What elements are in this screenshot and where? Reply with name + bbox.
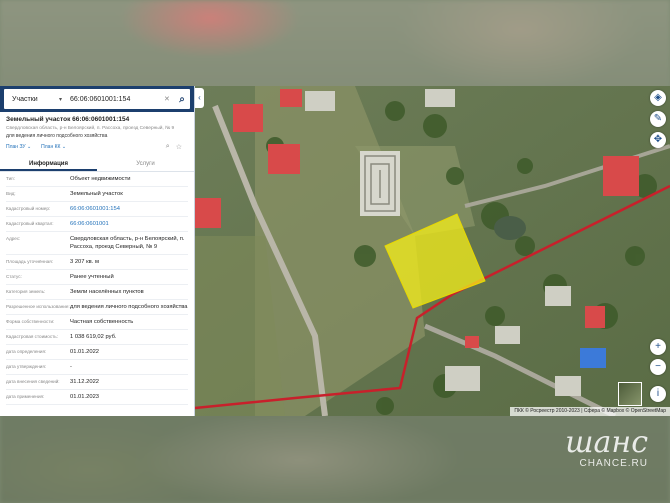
attribute-row: Кадастровый квартал: 66:06:0601001	[6, 217, 188, 232]
attribute-value: 01.01.2023	[70, 394, 100, 400]
map-attribution: ПКК © Росреестр 2010-2023 | Сфера © Mapb…	[510, 407, 670, 416]
attribute-key: дата внесения сведений:	[6, 379, 60, 384]
attribute-row: дата утверждения: -	[6, 360, 188, 375]
attribute-key: Кадастровый квартал:	[6, 221, 54, 226]
map-view[interactable]: ◈ ✎ ✥ + − i ПКК © Росреестр 2010-2023 | …	[195, 86, 670, 416]
attribute-key: Площадь уточнённая:	[6, 259, 53, 264]
panel-tabs: Информация Услуги	[0, 157, 194, 172]
tab-services[interactable]: Услуги	[97, 157, 194, 171]
search-type-select[interactable]: Участки ▾	[4, 96, 66, 103]
attribute-key: Вид:	[6, 191, 16, 196]
attribute-row: Статус: Ранее учтенный	[6, 270, 188, 285]
layers-icon[interactable]: ◈	[650, 90, 666, 106]
ruler-icon[interactable]: ✎	[650, 111, 666, 127]
clear-icon[interactable]: ✕	[164, 95, 174, 103]
attribute-key: Форма собственности:	[6, 319, 55, 324]
zoom-out-button[interactable]: −	[650, 359, 666, 375]
attribute-row: Форма собственности: Частная собственност…	[6, 315, 188, 330]
watermark: шанс CHANCE.RU	[565, 425, 648, 470]
attribute-key: дата утверждения:	[6, 364, 47, 369]
tab-info[interactable]: Информация	[0, 157, 97, 171]
attribute-value: для ведения личного подсобного хозяйства	[70, 304, 188, 310]
bookmark-icon[interactable]: ☆	[176, 143, 182, 151]
collapse-panel-button[interactable]: ‹	[195, 88, 204, 108]
app-screen: ◈ ✎ ✥ + − i ПКК © Росреестр 2010-2023 | …	[0, 86, 670, 416]
cadastral-number-link[interactable]: 66:06:0601001:154	[70, 202, 188, 216]
attribute-row: Категория земель: Земли населённых пункто…	[6, 285, 188, 300]
attribute-row: Кадастровый номер: 66:06:0601001:154	[6, 202, 188, 217]
search-bar: Участки ▾ 66:06:0601001:154 ✕ ⌕	[0, 86, 194, 112]
attribute-key: дата определения:	[6, 349, 47, 354]
cadastral-quarter-link[interactable]: 66:06:0601001	[70, 217, 188, 231]
attribute-row: Кадастровая стоимость: 1 038 619,02 руб.	[6, 330, 188, 345]
object-title: Земельный участок 66:06:0601001:154	[6, 116, 130, 123]
attribute-row: дата применения: 01.01.2023	[6, 390, 188, 405]
attribute-key: Адрес:	[6, 236, 21, 241]
attribute-value: 01.01.2022	[70, 349, 100, 355]
attribute-value: Ранее учтенный	[70, 274, 114, 280]
satellite-map[interactable]	[195, 86, 670, 416]
plan-kk-link[interactable]: План КК ⌄	[41, 144, 66, 150]
attribute-row: дата внесения сведений: 31.12.2022	[6, 375, 188, 390]
object-use: для ведения личного подсобного хозяйства	[6, 133, 108, 139]
object-card: Земельный участок 66:06:0601001:154 Свер…	[0, 112, 194, 151]
search-type-label: Участки	[12, 95, 38, 103]
info-icon[interactable]: i	[650, 386, 666, 402]
attribute-row: Адрес: Свердловская область, р-н Белоярск…	[6, 232, 188, 255]
attribute-row: Тип: Объект недвижимости	[6, 172, 188, 187]
attribute-key: дата применения:	[6, 394, 45, 399]
info-panel: Участки ▾ 66:06:0601001:154 ✕ ⌕ Земельны…	[0, 86, 195, 416]
move-icon[interactable]: ✥	[650, 132, 666, 148]
attribute-key: Тип:	[6, 176, 15, 181]
attribute-value: 1 038 619,02 руб.	[70, 334, 117, 340]
attribute-row: Разрешенное использование: для ведения ли…	[6, 300, 188, 315]
attribute-key: Кадастровый номер:	[6, 206, 51, 211]
plan-zu-link[interactable]: План ЗУ ⌄	[6, 144, 31, 150]
search-icon[interactable]: ⌕	[174, 94, 190, 105]
attribute-row: Вид: Земельный участок	[6, 187, 188, 202]
attribute-value: 31.12.2022	[70, 379, 100, 385]
object-address: Свердловская область, р-н Белоярский, п.…	[6, 126, 175, 131]
attribute-row: Площадь уточнённая: 3 207 кв. м	[6, 255, 188, 270]
attribute-key: Категория земель:	[6, 289, 46, 294]
attribute-key: Разрешенное использование:	[6, 304, 70, 309]
attribute-value: Объект недвижимости	[70, 176, 131, 182]
attribute-value: Частная собственность	[70, 319, 134, 325]
attribute-list: Тип: Объект недвижимости Вид: Земельный уч…	[0, 172, 194, 405]
attribute-value: 3 207 кв. м	[70, 259, 99, 265]
watermark-logo: шанс	[565, 425, 648, 460]
attribute-value: Земельный участок	[70, 191, 123, 197]
zoom-to-icon[interactable]: ⌕	[166, 143, 170, 151]
zoom-in-button[interactable]: +	[650, 339, 666, 355]
attribute-row: дата определения: 01.01.2022	[6, 345, 188, 360]
search-box: Участки ▾ 66:06:0601001:154 ✕ ⌕	[4, 89, 190, 109]
chevron-down-icon: ▾	[58, 96, 62, 103]
attribute-value: Земли населённых пунктов	[70, 289, 144, 295]
basemap-switcher[interactable]	[618, 382, 642, 406]
search-input[interactable]: 66:06:0601001:154	[66, 96, 164, 103]
attribute-value: Свердловская область, р-н Белоярский, п.…	[70, 236, 185, 250]
attribute-key: Кадастровая стоимость:	[6, 334, 58, 339]
attribute-value: -	[70, 364, 72, 370]
card-links: План ЗУ ⌄ План КК ⌄ ⌕ ☆	[6, 143, 188, 151]
attribute-key: Статус:	[6, 274, 22, 279]
